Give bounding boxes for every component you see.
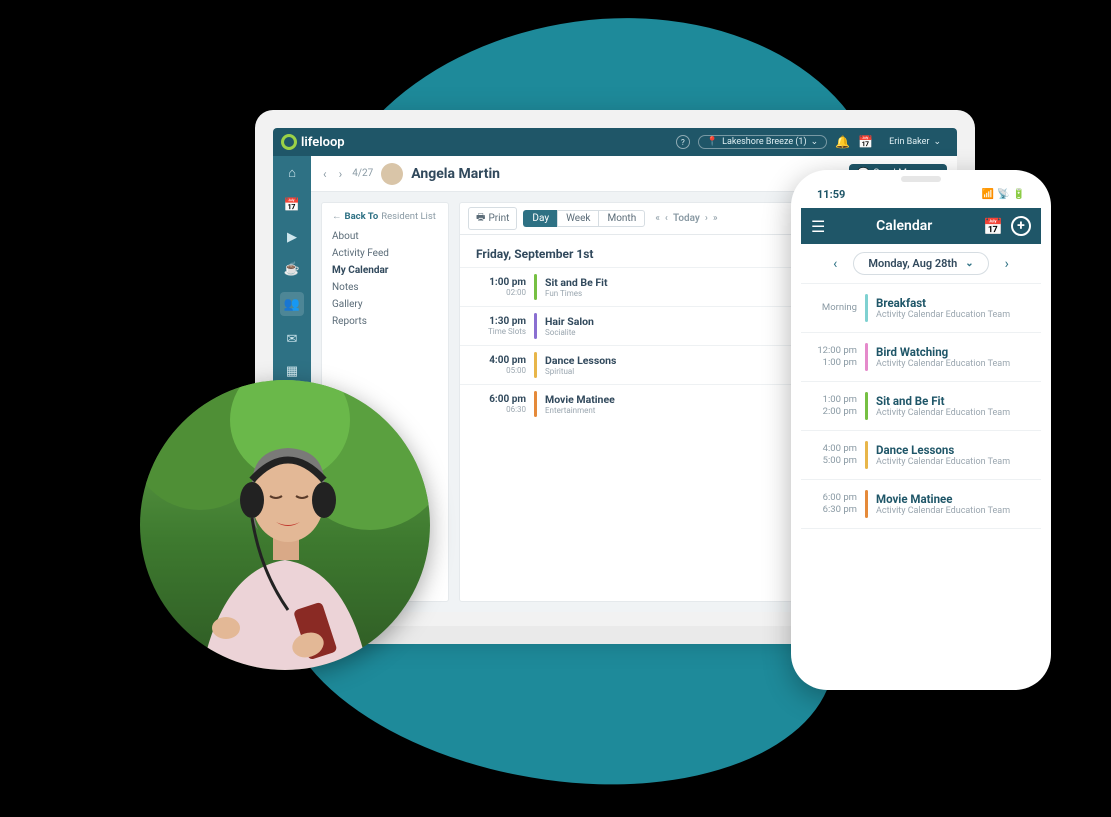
- event-body: Dance LessonsActivity Calendar Education…: [876, 443, 1010, 467]
- event-color-bar: [865, 392, 868, 420]
- prev-button[interactable]: ‹: [321, 165, 329, 183]
- first-button[interactable]: «: [655, 213, 660, 224]
- view-day-button[interactable]: Day: [523, 210, 557, 227]
- wifi-icon: 📡: [997, 189, 1009, 200]
- today-button[interactable]: Today: [673, 213, 700, 224]
- battery-icon: 🔋: [1013, 189, 1025, 200]
- phone-screen: 11:59 📶 📡 🔋 ☰ Calendar 📅 + ‹ Monday, Aug…: [801, 180, 1041, 680]
- brand-logo[interactable]: lifeloop: [281, 134, 345, 150]
- nav-home-icon[interactable]: ⌂: [283, 164, 301, 182]
- chevron-down-icon: ⌄: [965, 258, 973, 269]
- phone-event-row[interactable]: 1:00 pm2:00 pm Sit and Be FitActivity Cal…: [801, 382, 1041, 431]
- event-color-bar: [534, 313, 537, 339]
- event-time: 1:00 pm2:00 pm: [813, 394, 865, 418]
- last-button[interactable]: »: [713, 213, 718, 224]
- arrow-left-icon: ←: [332, 211, 342, 222]
- event-color-bar: [534, 352, 537, 378]
- location-selector[interactable]: 📍 Lakeshore Breeze (1) ⌄: [698, 135, 827, 149]
- event-color-bar: [534, 274, 537, 300]
- lifestyle-photo: [140, 380, 430, 670]
- nav-coffee-icon[interactable]: ☕: [283, 260, 301, 278]
- nav-people-icon[interactable]: 👥: [280, 292, 304, 316]
- notification-icon[interactable]: 🔔: [835, 135, 850, 149]
- signal-icon: 📶: [982, 189, 994, 200]
- print-icon: 🖶: [476, 210, 485, 227]
- event-body: BreakfastActivity Calendar Education Tea…: [876, 296, 1010, 320]
- phone-title: Calendar: [833, 218, 975, 234]
- submenu-item[interactable]: My Calendar: [332, 262, 438, 279]
- app-topbar: lifeloop ? 📍 Lakeshore Breeze (1) ⌄ 🔔 📅 …: [273, 128, 957, 156]
- event-time: 1:30 pmTime Slots: [472, 316, 534, 336]
- phone-event-list: Morning BreakfastActivity Calendar Educat…: [801, 284, 1041, 680]
- phone-frame: 11:59 📶 📡 🔋 ☰ Calendar 📅 + ‹ Monday, Aug…: [791, 170, 1051, 690]
- phone-event-row[interactable]: 4:00 pm5:00 pm Dance LessonsActivity Cale…: [801, 431, 1041, 480]
- next-button[interactable]: ›: [337, 165, 345, 183]
- event-body: Sit and Be FitActivity Calendar Educatio…: [876, 394, 1010, 418]
- date-picker[interactable]: Monday, Aug 28th ⌄: [853, 252, 988, 275]
- phone-header: ☰ Calendar 📅 +: [801, 208, 1041, 244]
- prev-date-button[interactable]: ‹: [827, 252, 843, 276]
- nav-calendar-icon[interactable]: 📅: [283, 196, 301, 214]
- event-time: 6:00 pm6:30 pm: [813, 492, 865, 516]
- submenu-item[interactable]: Notes: [332, 279, 438, 296]
- view-week-button[interactable]: Week: [557, 210, 598, 227]
- user-menu[interactable]: Erin Baker ⌄: [881, 136, 949, 148]
- next-day-button[interactable]: ›: [705, 213, 708, 224]
- menu-icon[interactable]: ☰: [811, 217, 825, 236]
- calendar-icon[interactable]: 📅: [858, 135, 873, 149]
- nav-message-icon[interactable]: ✉: [283, 330, 301, 348]
- submenu-item[interactable]: Gallery: [332, 296, 438, 313]
- event-body: Hair SalonSocialite: [545, 315, 685, 337]
- event-time: 12:00 pm1:00 pm: [813, 345, 865, 369]
- logo-icon: [281, 134, 297, 150]
- event-body: Movie MatineeEntertainment: [545, 393, 685, 415]
- event-time: 1:00 pm02:00: [472, 277, 534, 297]
- brand-name: lifeloop: [301, 135, 345, 150]
- view-switcher: DayWeekMonth: [523, 210, 645, 227]
- prev-day-button[interactable]: ‹: [665, 213, 668, 224]
- event-time: 4:00 pm05:00: [472, 355, 534, 375]
- status-time: 11:59: [817, 188, 845, 201]
- event-color-bar: [534, 391, 537, 417]
- chevron-down-icon: ⌄: [933, 137, 941, 147]
- avatar[interactable]: [381, 163, 403, 185]
- event-color-bar: [865, 441, 868, 469]
- resident-name: Angela Martin: [411, 166, 500, 182]
- user-name: Erin Baker: [889, 137, 929, 147]
- next-date-button[interactable]: ›: [999, 252, 1015, 276]
- view-month-button[interactable]: Month: [598, 210, 645, 227]
- submenu-item[interactable]: About: [332, 228, 438, 245]
- phone-event-row[interactable]: Morning BreakfastActivity Calendar Educat…: [801, 284, 1041, 333]
- event-time: 6:00 pm06:30: [472, 394, 534, 414]
- submenu-item[interactable]: Activity Feed: [332, 245, 438, 262]
- record-counter: 4/27: [352, 168, 373, 179]
- print-button[interactable]: 🖶 Print: [468, 207, 517, 230]
- date-navigator: « ‹ Today › »: [655, 213, 717, 224]
- chevron-down-icon: ⌄: [811, 137, 819, 147]
- add-button[interactable]: +: [1011, 216, 1031, 236]
- event-body: Sit and Be FitFun Times: [545, 276, 685, 298]
- event-color-bar: [865, 343, 868, 371]
- pin-icon: 📍: [707, 137, 718, 147]
- phone-event-row[interactable]: 12:00 pm1:00 pm Bird WatchingActivity Cal…: [801, 333, 1041, 382]
- help-icon[interactable]: ?: [676, 135, 690, 149]
- phone-notch: [866, 170, 976, 192]
- location-label: Lakeshore Breeze (1): [722, 137, 807, 147]
- event-time: Morning: [813, 302, 865, 314]
- event-color-bar: [865, 490, 868, 518]
- submenu-item[interactable]: Reports: [332, 313, 438, 330]
- back-link[interactable]: ← Back To Resident List: [332, 211, 438, 222]
- nav-play-icon[interactable]: ▶: [283, 228, 301, 246]
- event-color-bar: [865, 294, 868, 322]
- event-time: 4:00 pm5:00 pm: [813, 443, 865, 467]
- event-body: Movie MatineeActivity Calendar Education…: [876, 492, 1010, 516]
- date-bar: ‹ Monday, Aug 28th ⌄ ›: [801, 244, 1041, 284]
- calendar-icon[interactable]: 📅: [983, 217, 1003, 236]
- event-body: Dance LessonsSpiritual: [545, 354, 685, 376]
- nav-report-icon[interactable]: ▦: [283, 362, 301, 380]
- event-body: Bird WatchingActivity Calendar Education…: [876, 345, 1010, 369]
- phone-event-row[interactable]: 6:00 pm6:30 pm Movie MatineeActivity Cale…: [801, 480, 1041, 529]
